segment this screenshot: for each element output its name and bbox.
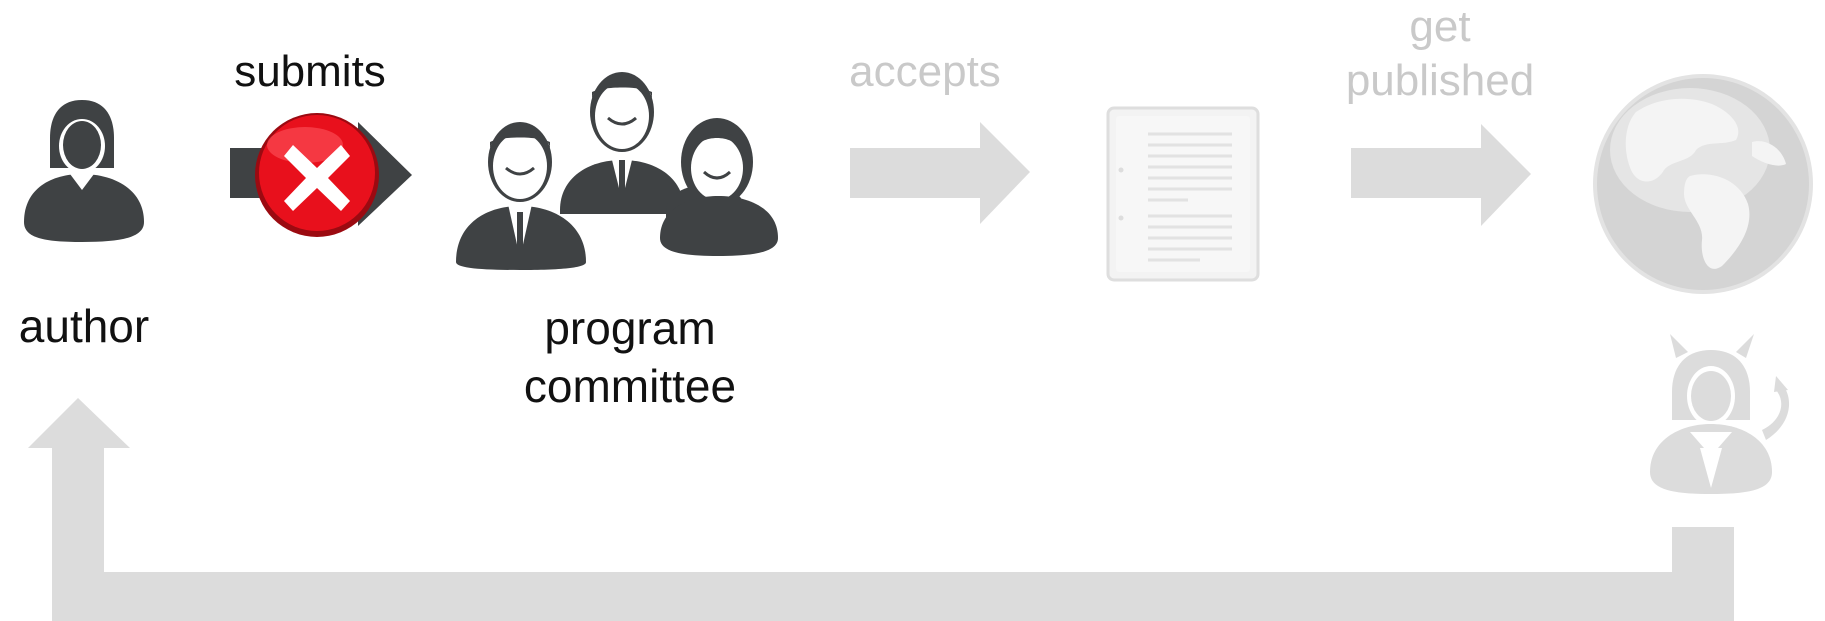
- accepts-label: accepts: [849, 47, 1001, 96]
- committee-label: program committee: [500, 300, 760, 415]
- submits-label: submits: [234, 47, 386, 96]
- author-icon: [24, 100, 144, 242]
- accept-arrow: [850, 122, 1030, 224]
- published-label-line1: get: [1409, 2, 1471, 51]
- committee-label-line2: committee: [523, 359, 737, 412]
- published-label-line2: published: [1345, 55, 1535, 105]
- author-label: author: [18, 300, 150, 352]
- x-circle-icon: [255, 113, 379, 237]
- document-icon: [1106, 106, 1260, 282]
- group-people-icon: [456, 72, 778, 270]
- committee-label-line1: program: [544, 302, 716, 354]
- feedback-loop-arrow: [28, 398, 1734, 621]
- devil-woman-icon: [1650, 334, 1790, 494]
- published-label: get published: [1320, 0, 1560, 107]
- publish-arrow: [1351, 124, 1531, 226]
- globe-icon: [1593, 74, 1813, 294]
